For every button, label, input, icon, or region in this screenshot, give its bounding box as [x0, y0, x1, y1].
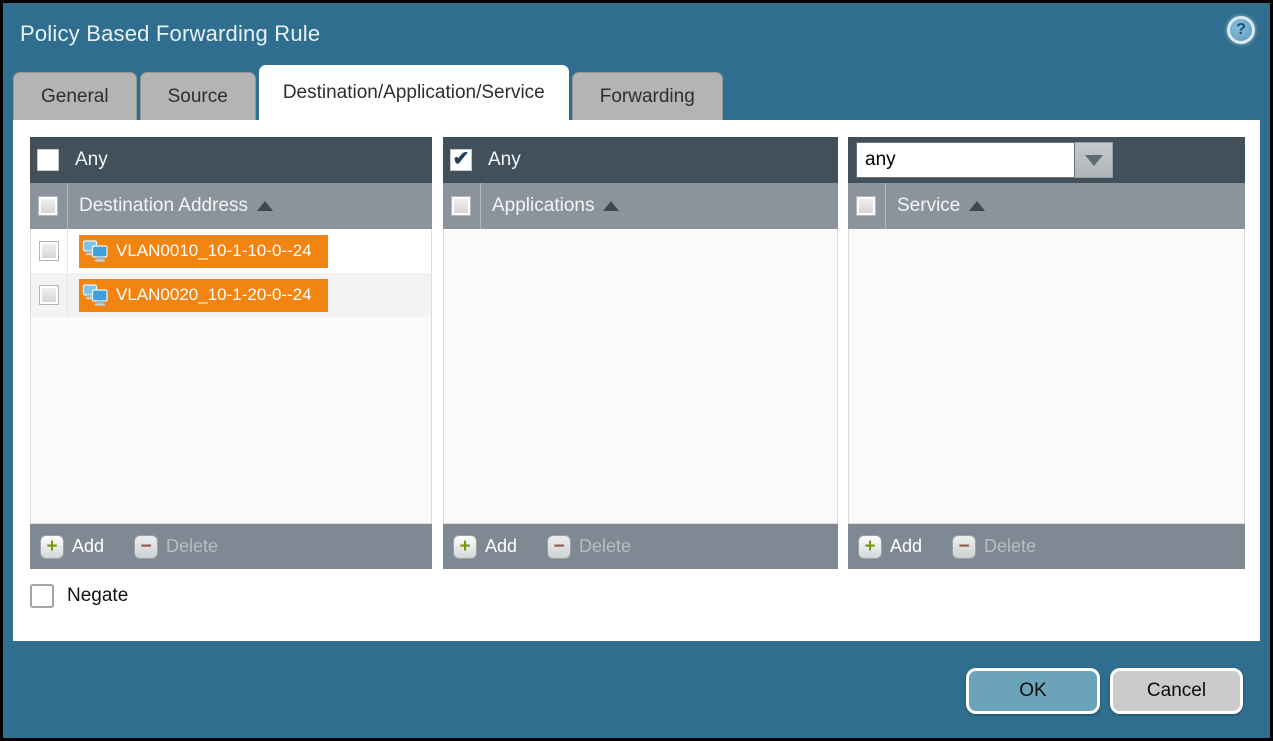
- destination-column-header: Destination Address: [30, 183, 432, 229]
- applications-select-all-checkbox[interactable]: [451, 196, 471, 216]
- address-object-chip[interactable]: VLAN0020_10-1-20-0--24: [79, 279, 328, 312]
- destination-select-all-checkbox[interactable]: [38, 196, 58, 216]
- service-column-header: Service: [848, 183, 1245, 229]
- destination-any-label: Any: [75, 149, 108, 171]
- address-object-chip[interactable]: VLAN0010_10-1-10-0--24: [79, 235, 328, 268]
- policy-forwarding-dialog: Policy Based Forwarding Rule ? General S…: [3, 3, 1270, 738]
- ok-button[interactable]: OK: [966, 668, 1100, 714]
- dialog-title: Policy Based Forwarding Rule: [20, 21, 320, 47]
- delete-icon: −: [547, 535, 571, 559]
- address-object-label: VLAN0020_10-1-20-0--24: [116, 285, 312, 305]
- delete-label: Delete: [166, 536, 218, 557]
- service-list: [848, 229, 1245, 524]
- add-button[interactable]: + Add: [40, 535, 104, 559]
- delete-button[interactable]: − Delete: [134, 535, 218, 559]
- delete-button[interactable]: − Delete: [547, 535, 631, 559]
- tab-general[interactable]: General: [13, 72, 137, 120]
- destination-any-bar: Any: [30, 137, 432, 183]
- destination-any-checkbox[interactable]: [37, 149, 59, 171]
- destination-footer: + Add − Delete: [30, 524, 432, 569]
- applications-list: [443, 229, 838, 524]
- negate-row: Negate: [30, 584, 128, 608]
- sort-asc-icon: [257, 201, 273, 211]
- row-checkbox-cell: [31, 229, 68, 273]
- titlebar: Policy Based Forwarding Rule ?: [3, 3, 1270, 65]
- service-dropdown: [856, 142, 1113, 178]
- delete-icon: −: [134, 535, 158, 559]
- applications-column-header: Applications: [443, 183, 838, 229]
- cancel-button[interactable]: Cancel: [1110, 668, 1243, 714]
- service-header-label[interactable]: Service: [897, 195, 960, 217]
- applications-any-label: Any: [488, 149, 521, 171]
- add-button[interactable]: + Add: [858, 535, 922, 559]
- list-item: VLAN0020_10-1-20-0--24: [31, 273, 431, 317]
- divider: [480, 183, 481, 229]
- delete-icon: −: [952, 535, 976, 559]
- row-checkbox[interactable]: [39, 241, 59, 261]
- applications-any-bar: ✔ Any: [443, 137, 838, 183]
- list-item: VLAN0010_10-1-10-0--24: [31, 229, 431, 273]
- destination-list: VLAN0010_10-1-10-0--24: [30, 229, 432, 524]
- applications-any-checkbox[interactable]: ✔: [450, 149, 472, 171]
- add-label: Add: [485, 536, 517, 557]
- dialog-frame: Policy Based Forwarding Rule ? General S…: [0, 0, 1273, 741]
- sort-asc-icon: [603, 201, 619, 211]
- address-object-icon: [82, 240, 109, 263]
- divider: [67, 183, 68, 229]
- checkmark-icon: ✔: [453, 149, 470, 169]
- negate-label: Negate: [67, 585, 128, 607]
- service-column: Service + Add − Delete: [848, 137, 1245, 569]
- help-icon[interactable]: ?: [1227, 16, 1255, 44]
- add-icon: +: [858, 535, 882, 559]
- applications-footer: + Add − Delete: [443, 524, 838, 569]
- row-checkbox-cell: [31, 273, 68, 317]
- delete-label: Delete: [984, 536, 1036, 557]
- delete-label: Delete: [579, 536, 631, 557]
- address-object-icon: [82, 284, 109, 307]
- add-label: Add: [890, 536, 922, 557]
- add-icon: +: [453, 535, 477, 559]
- sort-asc-icon: [969, 201, 985, 211]
- address-object-label: VLAN0010_10-1-10-0--24: [116, 241, 312, 261]
- divider: [885, 183, 886, 229]
- service-dropdown-button[interactable]: [1075, 142, 1113, 178]
- tab-forwarding[interactable]: Forwarding: [572, 72, 723, 120]
- add-icon: +: [40, 535, 64, 559]
- chevron-down-icon: [1085, 155, 1103, 166]
- tab-bar: General Source Destination/Application/S…: [13, 65, 723, 120]
- delete-button[interactable]: − Delete: [952, 535, 1036, 559]
- row-checkbox[interactable]: [39, 285, 59, 305]
- applications-column: ✔ Any Applications + Add: [443, 137, 838, 569]
- add-label: Add: [72, 536, 104, 557]
- tab-content: Any Destination Address: [13, 120, 1260, 641]
- destination-address-column: Any Destination Address: [30, 137, 432, 569]
- destination-header-label[interactable]: Destination Address: [79, 195, 248, 217]
- service-select-all-checkbox[interactable]: [856, 196, 876, 216]
- applications-header-label[interactable]: Applications: [492, 195, 594, 217]
- service-dropdown-bar: [848, 137, 1245, 183]
- tab-destination-application-service[interactable]: Destination/Application/Service: [259, 65, 569, 120]
- service-dropdown-input[interactable]: [856, 142, 1075, 178]
- service-footer: + Add − Delete: [848, 524, 1245, 569]
- tab-source[interactable]: Source: [140, 72, 256, 120]
- negate-checkbox[interactable]: [30, 584, 54, 608]
- add-button[interactable]: + Add: [453, 535, 517, 559]
